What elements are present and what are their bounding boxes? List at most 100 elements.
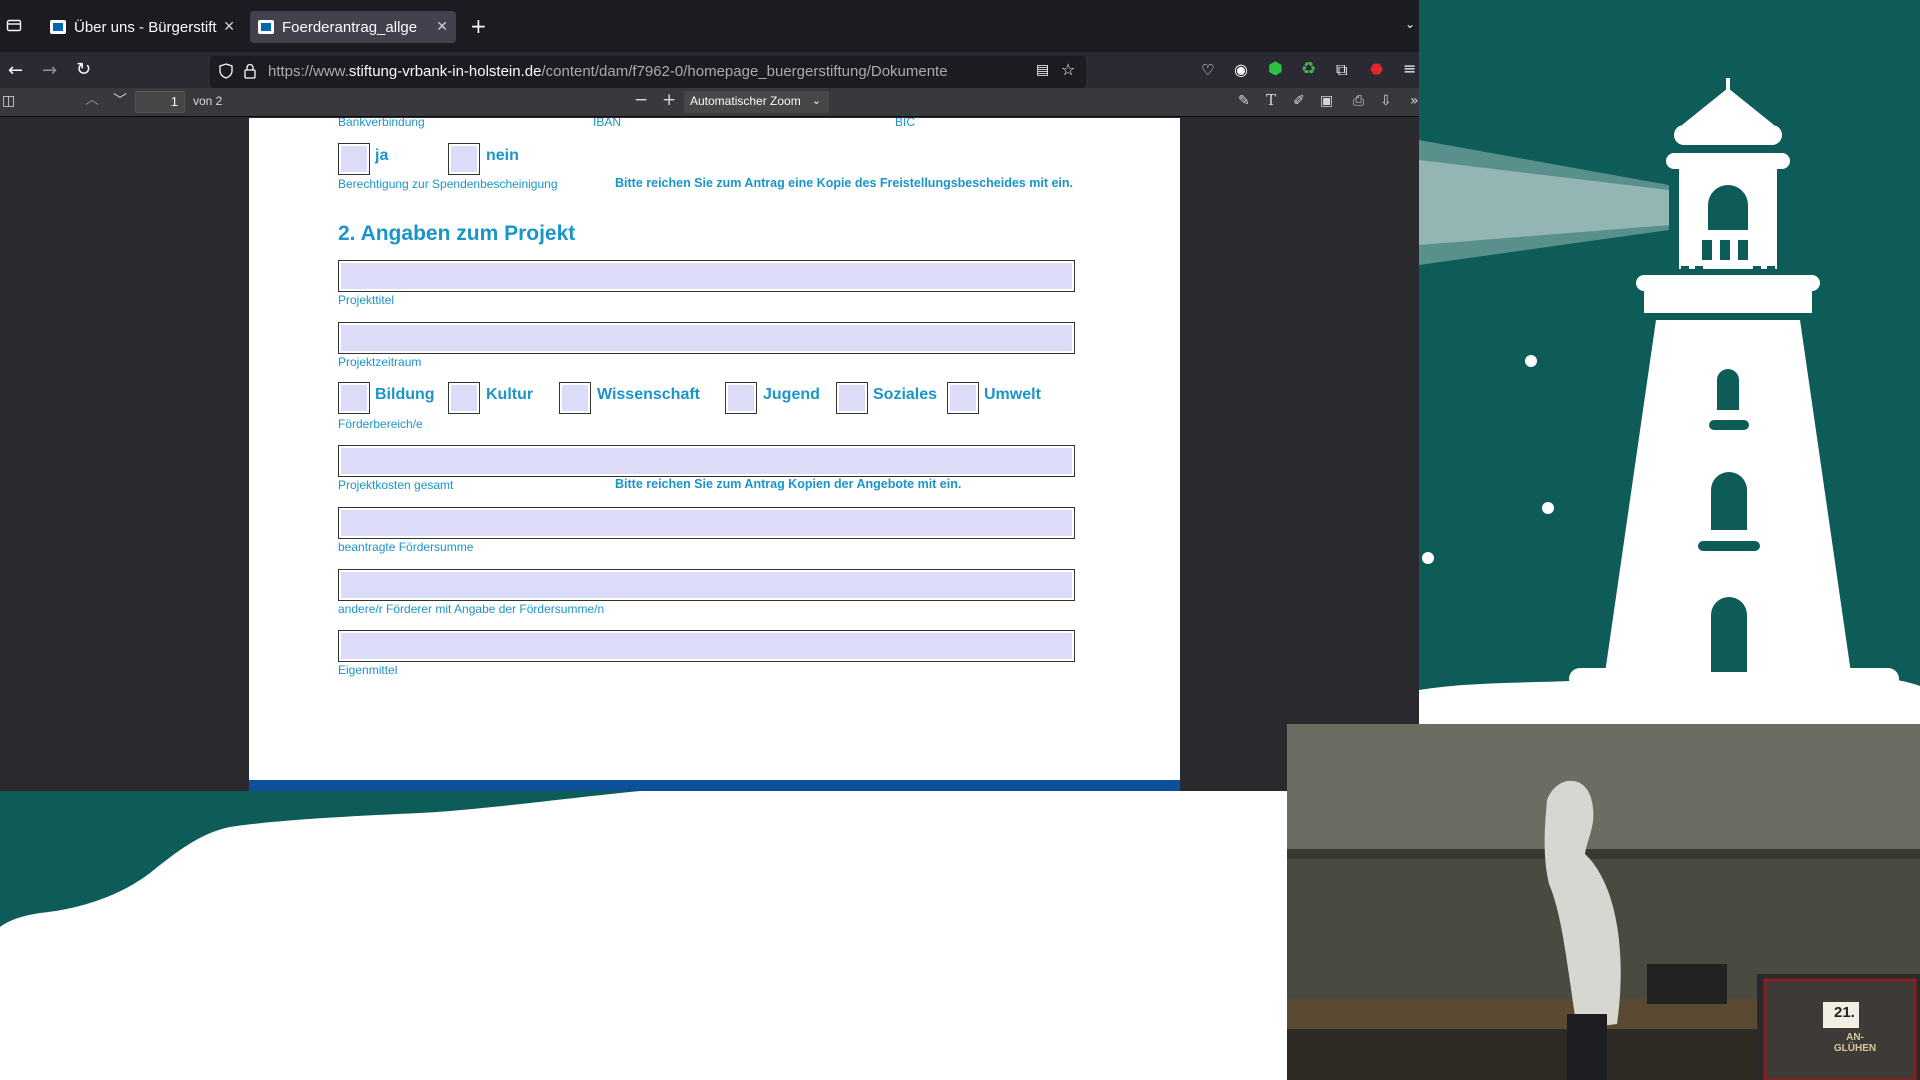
area-wissenschaft-label: Wissenschaft (597, 386, 700, 403)
webcam-scene (1287, 724, 1920, 1080)
project-period-field[interactable] (338, 322, 1075, 354)
requested-amount-field[interactable] (338, 507, 1075, 539)
area-kultur-label: Kultur (486, 386, 534, 403)
pdf-footer-bar (249, 780, 1180, 791)
account-icon[interactable]: ◉ (1234, 62, 1248, 78)
extensions-puzzle-icon[interactable]: ⧉ (1336, 62, 1347, 78)
recycle-extension-icon[interactable]: ♻ (1301, 61, 1316, 78)
url-domain: stiftung-vrbank-in-holstein.de (348, 63, 542, 80)
close-tab-icon[interactable]: ✕ (223, 19, 235, 35)
page-count: von 2 (193, 94, 223, 108)
url-bar[interactable]: https://www.stiftung-vrbank-in-holstein.… (210, 56, 1086, 88)
tab-foerderantrag[interactable]: Foerderantrag_allge ✕ (250, 11, 456, 43)
bookmark-star-icon[interactable]: ☆ (1061, 62, 1075, 78)
donation-yes-label: ja (375, 147, 389, 164)
tab-title: Foerderantrag_allge (282, 18, 418, 36)
calendar-text: AN- GLÜHEN (1833, 1032, 1877, 1054)
star-dot (1542, 502, 1554, 514)
pdf-viewport: Bankverbindung IBAN BIC ja nein Berechti… (0, 118, 1419, 791)
next-page-icon[interactable]: ﹀ (113, 94, 127, 108)
donation-no-label: nein (486, 147, 519, 164)
zoom-in-icon[interactable]: + (662, 92, 676, 109)
ublock-icon[interactable]: ⬣ (1370, 62, 1383, 77)
donation-receipt-label: Berechtigung zur Spendenbescheinigung (338, 177, 558, 191)
bottom-wave-decoration (0, 791, 1287, 1080)
area-soziales-checkbox[interactable] (836, 382, 868, 414)
tab-title: Über uns - Bürgerstift (74, 18, 217, 36)
url-path: /content/dam/f7962-0/homepage_buergersti… (541, 63, 948, 80)
snow-ground (1419, 675, 1920, 724)
app-menu-hamburger-icon[interactable]: ≡ (1403, 61, 1416, 77)
back-arrow-icon[interactable]: ← (8, 62, 23, 80)
list-all-tabs-chevron-icon[interactable]: ⌄ (1405, 18, 1415, 30)
area-bildung-label: Bildung (375, 386, 435, 403)
url-prefix: https://www. (268, 63, 349, 80)
forward-arrow-icon[interactable]: → (42, 62, 57, 80)
iban-label: IBAN (593, 118, 622, 129)
tracking-protection-shield-icon[interactable] (219, 63, 233, 82)
donation-yes-checkbox[interactable] (338, 143, 370, 175)
bic-label: BIC (895, 118, 916, 129)
pocket-icon[interactable]: ♡ (1201, 63, 1214, 78)
total-cost-field[interactable] (338, 445, 1075, 477)
exemption-notice-note: Bitte reichen Sie zum Antrag eine Kopie … (615, 176, 1073, 190)
pdf-toolbar: ◫ ︿ ﹀ 1 von 2 − + Automatischer Zoom ⌄ ✎… (0, 88, 1419, 117)
highlight-tool-icon[interactable]: ✎ (1238, 94, 1250, 108)
star-dot (1525, 355, 1537, 367)
shield-extension-icon[interactable]: ⬢ (1268, 61, 1283, 78)
calendar-number: 21. (1834, 1004, 1855, 1021)
reload-icon[interactable]: ↻ (76, 61, 91, 79)
star-dot (1422, 552, 1434, 564)
total-cost-label: Projektkosten gesamt (338, 478, 454, 492)
project-title-field[interactable] (338, 260, 1075, 292)
zoom-select[interactable]: Automatischer Zoom ⌄ (684, 91, 829, 113)
area-jugend-label: Jugend (763, 386, 820, 403)
area-kultur-checkbox[interactable] (448, 382, 480, 414)
webcam-feed: 21. AN- GLÜHEN (1287, 724, 1920, 1080)
draw-tool-icon[interactable]: ✐ (1293, 94, 1305, 108)
section-title: 2. Angaben zum Projekt (338, 222, 576, 245)
print-icon[interactable]: ⎙ (1353, 94, 1364, 108)
area-wissenschaft-checkbox[interactable] (559, 382, 591, 414)
bank-account-label: Bankverbindung (338, 118, 425, 129)
area-umwelt-checkbox[interactable] (947, 382, 979, 414)
browser-window: Über uns - Bürgerstift ✕ Foerderantrag_a… (0, 0, 1419, 791)
new-tab-plus-icon[interactable]: + (470, 16, 487, 36)
other-funders-field[interactable] (338, 569, 1075, 601)
previous-page-icon[interactable]: ︿ (85, 93, 99, 107)
wave-svg (0, 791, 1287, 1080)
area-jugend-checkbox[interactable] (725, 382, 757, 414)
close-tab-icon[interactable]: ✕ (436, 19, 448, 35)
image-tool-icon[interactable]: ▣ (1320, 94, 1333, 108)
funding-area-label: Förderbereich/e (338, 417, 423, 431)
area-bildung-checkbox[interactable] (338, 382, 370, 414)
firefox-view-icon[interactable] (6, 17, 22, 36)
lock-icon[interactable] (244, 63, 256, 82)
save-download-icon[interactable]: ⇩ (1380, 94, 1392, 108)
text-tool-icon[interactable]: T (1266, 93, 1276, 108)
project-period-label: Projektzeitraum (338, 355, 422, 369)
offers-notice-note: Bitte reichen Sie zum Antrag Kopien der … (615, 477, 962, 491)
tab-bar: Über uns - Bürgerstift ✕ Foerderantrag_a… (0, 0, 1419, 52)
tab-ueber-uns[interactable]: Über uns - Bürgerstift ✕ (42, 11, 243, 43)
page-number-input[interactable]: 1 (135, 91, 185, 113)
vr-bank-favicon-icon (50, 20, 66, 34)
url-text[interactable]: https://www.stiftung-vrbank-in-holstein.… (268, 63, 1028, 80)
area-soziales-label: Soziales (873, 386, 938, 403)
lighthouse-illustration (1419, 0, 1920, 724)
laptop (1647, 964, 1727, 1004)
own-funds-field[interactable] (338, 630, 1075, 662)
zoom-out-icon[interactable]: − (634, 92, 648, 109)
reader-view-icon[interactable]: ▤ (1036, 63, 1049, 77)
sidebar-toggle-icon[interactable]: ◫ (2, 94, 15, 108)
area-umwelt-label: Umwelt (984, 386, 1041, 403)
more-tools-chevron-icon[interactable]: » (1410, 94, 1419, 108)
presenter-legs (1567, 1014, 1607, 1080)
lighthouse-svg (1419, 78, 1920, 724)
pdf-page: Bankverbindung IBAN BIC ja nein Berechti… (249, 118, 1180, 791)
donation-no-checkbox[interactable] (448, 143, 480, 175)
own-funds-label: Eigenmittel (338, 663, 398, 677)
requested-amount-label: beantragte Fördersumme (338, 540, 474, 554)
chevron-down-icon: ⌄ (811, 95, 821, 107)
project-title-label: Projekttitel (338, 293, 395, 307)
